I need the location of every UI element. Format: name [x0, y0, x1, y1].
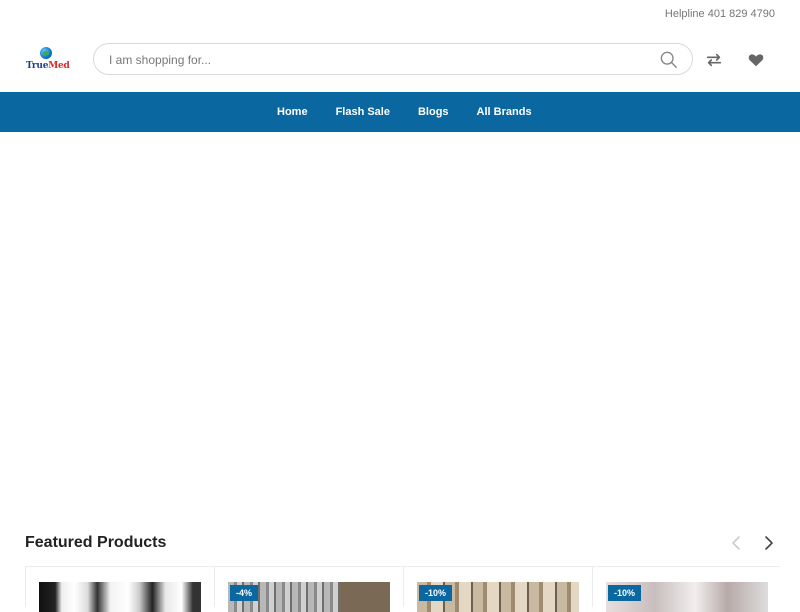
top-bar: Helpline 401 829 4790 — [0, 0, 800, 28]
discount-badge: -4% — [230, 585, 259, 601]
site-header: TrueMed — [0, 28, 800, 92]
chevron-right-icon[interactable] — [760, 535, 776, 551]
nav-item-home[interactable]: Home — [263, 92, 322, 132]
product-card[interactable]: -10% — [403, 567, 591, 612]
product-carousel: -4% -10% -10% — [25, 566, 780, 612]
nav-item-blogs[interactable]: Blogs — [404, 92, 463, 132]
product-image[interactable] — [39, 582, 201, 612]
product-image[interactable]: -10% — [606, 582, 768, 612]
discount-badge: -10% — [608, 585, 642, 601]
nav-item-all-brands[interactable]: All Brands — [463, 92, 546, 132]
logo-text: TrueMed — [26, 61, 70, 71]
heart-icon[interactable] — [747, 51, 765, 69]
featured-products-title: Featured Products — [25, 534, 167, 551]
globe-icon — [40, 47, 52, 59]
search-input[interactable] — [107, 44, 651, 76]
search-icon[interactable] — [660, 51, 678, 69]
product-card[interactable] — [25, 567, 213, 612]
product-image[interactable]: -4% — [228, 582, 390, 612]
product-card[interactable]: -4% — [214, 567, 402, 612]
discount-badge: -10% — [419, 585, 453, 601]
product-image[interactable]: -10% — [417, 582, 579, 612]
search-bar — [93, 43, 693, 76]
nav-item-flash-sale[interactable]: Flash Sale — [322, 92, 404, 132]
main-nav: Home Flash Sale Blogs All Brands — [0, 92, 800, 132]
compare-icon[interactable] — [705, 51, 723, 69]
truemed-logo[interactable]: TrueMed — [26, 46, 70, 74]
chevron-left-icon[interactable] — [729, 535, 745, 551]
product-card[interactable]: -10% — [592, 567, 780, 612]
helpline-text: Helpline 401 829 4790 — [664, 8, 775, 20]
